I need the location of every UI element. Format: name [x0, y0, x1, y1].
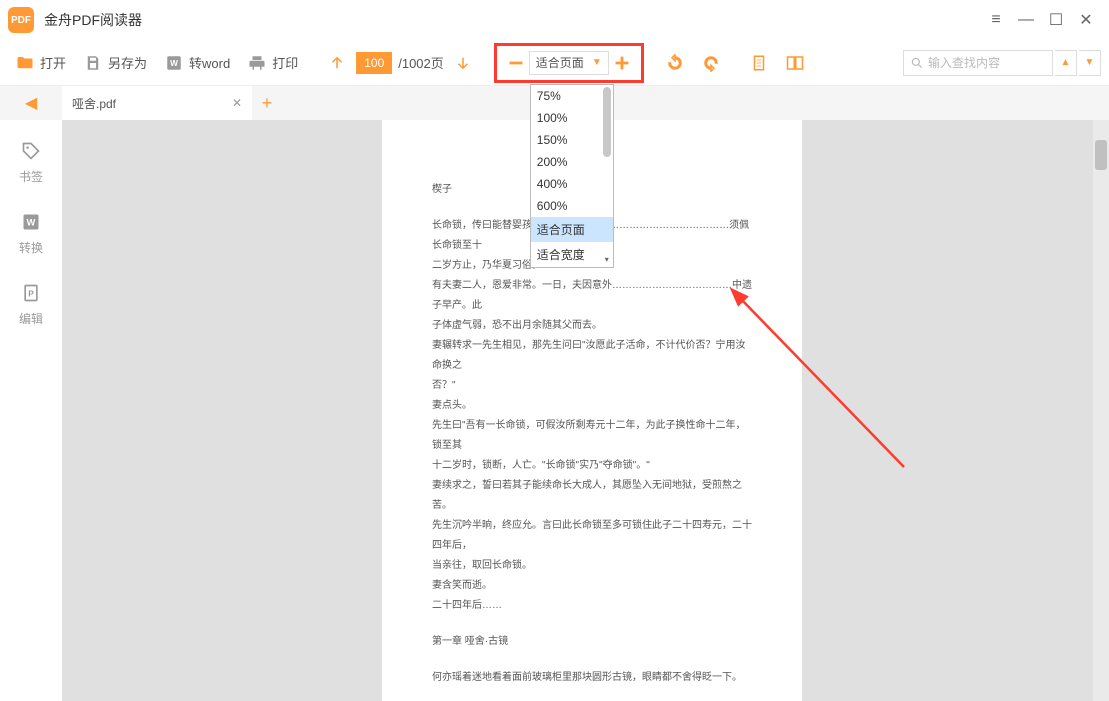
zoom-in-button[interactable]	[609, 50, 635, 76]
open-button[interactable]: 打开	[8, 47, 74, 78]
search-placeholder: 输入查找内容	[928, 54, 1000, 71]
doc-line: 第一章 哑舍·古镜	[432, 632, 752, 652]
caret-down-icon: ▼	[1085, 57, 1095, 68]
print-icon	[248, 54, 266, 72]
zoom-option-fitwidth[interactable]: 适合宽度	[531, 242, 613, 267]
zoom-dropdown: 75% 100% 150% 200% 400% 600% 适合页面 适合宽度 ▾	[530, 84, 614, 268]
zoom-out-button[interactable]	[503, 50, 529, 76]
print-button[interactable]: 打印	[240, 47, 306, 78]
tab-title: 哑舍.pdf	[72, 95, 116, 112]
sidebar: 书签 W 转换 P 编辑	[0, 120, 62, 701]
zoom-option-400[interactable]: 400%	[531, 173, 613, 195]
arrow-up-icon	[328, 54, 346, 72]
page-number-input[interactable]	[356, 52, 392, 74]
doc-line: 先生沉吟半晌，终应允。言曰此长命锁至多可锁住此子二十四寿元，二十四年后，	[432, 516, 752, 556]
zoom-option-600[interactable]: 600%	[531, 195, 613, 217]
new-tab-button[interactable]: +	[252, 93, 282, 114]
doc-line: 否？"	[432, 376, 752, 396]
svg-text:W: W	[27, 217, 36, 227]
minus-icon	[505, 52, 527, 74]
saveas-button[interactable]: 另存为	[76, 47, 155, 78]
double-page-button[interactable]	[778, 48, 812, 78]
minimize-button[interactable]: —	[1011, 5, 1041, 35]
tag-icon	[20, 140, 42, 162]
zoom-option-200[interactable]: 200%	[531, 151, 613, 173]
sidebar-edit-label: 编辑	[19, 310, 43, 327]
zoom-option-75[interactable]: 75%	[531, 85, 613, 107]
doc-line: 何亦瑶着迷地看着面前玻璃柜里那块圆形古镜，眼睛都不舍得眨一下。	[432, 668, 752, 688]
sidebar-convert-label: 转换	[19, 239, 43, 256]
rotate-cw-icon	[702, 54, 720, 72]
zoom-option-100[interactable]: 100%	[531, 107, 613, 129]
doc-line: 妻辗转求一先生相见，那先生问曰"汝愿此子活命，不计代价否？宁用汝命换之	[432, 336, 752, 376]
dropdown-scroll-thumb[interactable]	[603, 87, 611, 157]
folder-icon	[16, 54, 34, 72]
title-bar: PDF 金舟PDF阅读器 ≡ — ☐ ✕	[0, 0, 1109, 40]
save-icon	[84, 54, 102, 72]
search-prev-button[interactable]: ▲	[1055, 50, 1077, 76]
next-page-button[interactable]	[446, 48, 480, 78]
tab-active[interactable]: 哑舍.pdf ✕	[62, 86, 252, 120]
arrow-down-icon	[454, 54, 472, 72]
hamburger-icon[interactable]: ≡	[981, 5, 1011, 35]
tab-close-icon[interactable]: ✕	[232, 96, 242, 110]
zoom-value: 适合页面	[536, 54, 584, 71]
doc-line: 二十四年后……	[432, 596, 752, 616]
single-page-icon	[750, 54, 768, 72]
logo-text: PDF	[11, 15, 31, 26]
app-title: 金舟PDF阅读器	[44, 10, 142, 30]
doc-line: 十二岁时，锁断，人亡。"长命锁"实乃"夺命锁"。"	[432, 456, 752, 476]
zoom-group: 适合页面 ▼ 75% 100% 150% 200% 400% 600% 适合页面…	[494, 43, 644, 83]
print-label: 打印	[272, 53, 298, 72]
caret-down-icon: ▼	[592, 57, 602, 68]
word-icon: W	[165, 54, 183, 72]
app-logo: PDF	[8, 7, 34, 33]
search-next-button[interactable]: ▼	[1079, 50, 1101, 76]
triangle-left-icon: ◀	[25, 93, 37, 113]
toword-button[interactable]: W 转word	[157, 47, 238, 78]
vertical-scrollbar[interactable]	[1093, 120, 1109, 701]
page-icon: P	[20, 282, 42, 304]
doc-line: 当亲往，取回长命锁。	[432, 556, 752, 576]
caret-up-icon: ▲	[1061, 57, 1071, 68]
doc-line: 子体虚气弱，恐不出月余随其父而去。	[432, 316, 752, 336]
page-total: /1002页	[398, 53, 444, 72]
svg-text:P: P	[28, 288, 34, 298]
search-input[interactable]: 输入查找内容	[903, 50, 1053, 76]
prev-page-button[interactable]	[320, 48, 354, 78]
doc-line: 妻续求之，誓曰若其子能续命长大成人，其愿坠入无间地狱，受煎熬之苦。	[432, 476, 752, 516]
rotate-ccw-icon	[666, 54, 684, 72]
plus-icon: +	[262, 93, 273, 114]
svg-text:W: W	[170, 59, 178, 68]
zoom-option-fitpage[interactable]: 适合页面	[531, 217, 613, 242]
maximize-button[interactable]: ☐	[1041, 5, 1071, 35]
toolbar: 打开 另存为 W 转word 打印 /1002页 适合页面 ▼ 75% 100%	[0, 40, 1109, 86]
word-icon: W	[20, 211, 42, 233]
rotate-ccw-button[interactable]	[658, 48, 692, 78]
scroll-thumb[interactable]	[1095, 140, 1107, 170]
open-label: 打开	[40, 53, 66, 72]
plus-icon	[611, 52, 633, 74]
search-icon	[910, 56, 924, 70]
double-page-icon	[786, 54, 804, 72]
doc-line: 先生曰"吾有一长命锁，可假汝所剩寿元十二年，为此子换性命十二年，锁至其	[432, 416, 752, 456]
zoom-option-150[interactable]: 150%	[531, 129, 613, 151]
tab-nav-left[interactable]: ◀	[0, 93, 62, 113]
toword-label: 转word	[189, 53, 230, 72]
doc-line: 有夫妻二人，恩爱非常。一日，夫因意外………………………………中遗子早产。此	[432, 276, 752, 316]
rotate-cw-button[interactable]	[694, 48, 728, 78]
doc-line: 妻点头。	[432, 396, 752, 416]
saveas-label: 另存为	[108, 53, 147, 72]
doc-line: 妻含笑而逝。	[432, 576, 752, 596]
sidebar-edit[interactable]: P 编辑	[19, 282, 43, 327]
single-page-button[interactable]	[742, 48, 776, 78]
sidebar-convert[interactable]: W 转换	[19, 211, 43, 256]
close-button[interactable]: ✕	[1071, 5, 1101, 35]
dropdown-scroll-down-icon[interactable]: ▾	[603, 255, 611, 265]
zoom-select[interactable]: 适合页面 ▼	[529, 51, 609, 75]
sidebar-bookmark-label: 书签	[19, 168, 43, 185]
sidebar-bookmark[interactable]: 书签	[19, 140, 43, 185]
